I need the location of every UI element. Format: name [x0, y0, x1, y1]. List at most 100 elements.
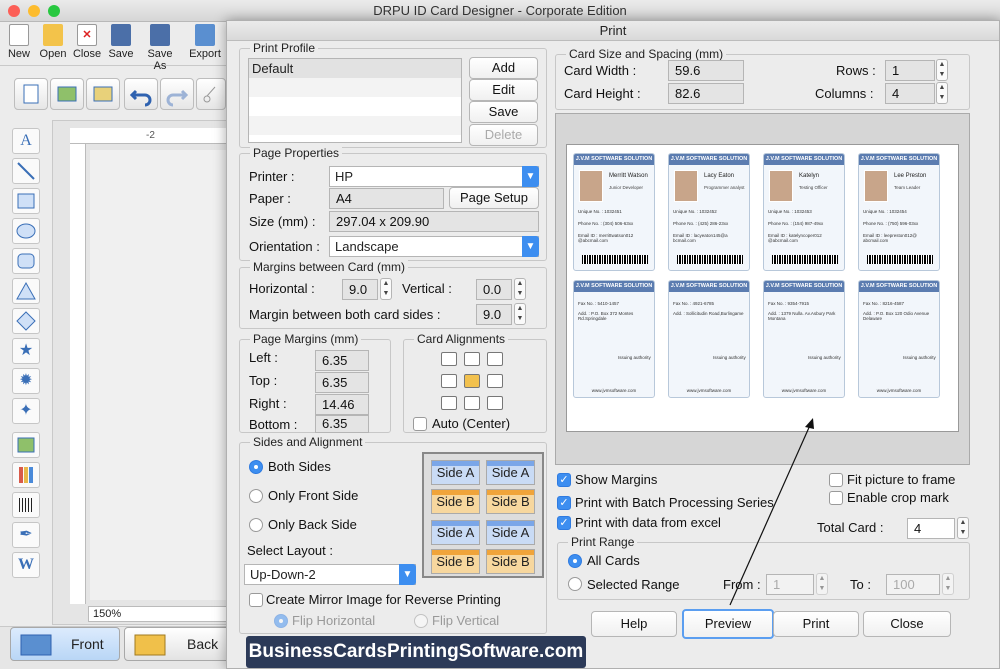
list-item [249, 78, 461, 97]
from-stepper[interactable]: ▲ ▼ [816, 573, 828, 595]
columns-stepper[interactable]: ▲ ▼ [936, 82, 948, 104]
bottom-margin-field[interactable]: 6.35 [315, 415, 369, 433]
line-tool-icon[interactable] [12, 158, 40, 184]
rows-field[interactable]: 1 [885, 60, 935, 81]
flip-vertical-radio[interactable] [414, 614, 428, 628]
cross-star-tool-icon[interactable]: ✦ [12, 398, 40, 424]
triangle-tool-icon[interactable] [12, 278, 40, 304]
top-margin-field[interactable]: 6.35 [315, 372, 369, 393]
add-profile-button[interactable]: Add [469, 57, 538, 79]
design-canvas[interactable] [90, 150, 230, 600]
all-cards-radio[interactable] [568, 554, 582, 568]
align-top-right-icon[interactable] [487, 352, 503, 366]
fax-no: Fax No. : 8216-4587 [863, 301, 905, 306]
vertical-stepper[interactable]: ▲ ▼ [514, 278, 526, 300]
printer-select[interactable]: HP ▼ [329, 166, 539, 187]
layout-select[interactable]: Up-Down-2 ▼ [244, 564, 416, 585]
picture-tool-icon[interactable] [12, 432, 40, 458]
new-button[interactable]: New [2, 24, 36, 60]
orientation-select[interactable]: Landscape ▼ [329, 236, 539, 257]
rectangle-tool-icon[interactable] [12, 188, 40, 214]
fit-picture-checkbox[interactable] [829, 473, 843, 487]
profile-list[interactable]: Default [248, 58, 462, 143]
undo-button[interactable] [124, 78, 158, 110]
total-card-stepper[interactable]: ▲ ▼ [957, 517, 969, 539]
help-button[interactable]: Help [591, 611, 677, 637]
zoom-window-icon[interactable] [48, 5, 60, 17]
word-art-tool-icon[interactable]: W [12, 552, 40, 578]
flip-horizontal-radio[interactable] [274, 614, 288, 628]
cut-button[interactable] [196, 78, 226, 110]
signature-tool-icon[interactable]: ✒ [12, 522, 40, 548]
import-button[interactable] [86, 78, 120, 110]
rows-stepper[interactable]: ▲ ▼ [936, 59, 948, 81]
page-setup-button[interactable]: Page Setup [449, 187, 539, 209]
align-top-left-icon[interactable] [441, 352, 457, 366]
barcode-tool-icon[interactable] [12, 492, 40, 518]
burst-tool-icon[interactable]: ✹ [12, 368, 40, 394]
page-properties-group: Page Properties Printer : HP ▼ Paper : A4… [239, 146, 547, 261]
crop-mark-checkbox[interactable] [829, 491, 843, 505]
properties-button[interactable] [14, 78, 48, 110]
zoom-level[interactable]: 150% [88, 606, 230, 622]
back-side-radio[interactable] [249, 518, 263, 532]
close-dialog-button[interactable]: Close [863, 611, 951, 637]
redo-button[interactable] [160, 78, 194, 110]
total-card-field[interactable]: 4 [907, 518, 955, 539]
library-tool-icon[interactable] [12, 462, 40, 488]
minimize-window-icon[interactable] [28, 5, 40, 17]
picture-icon [57, 86, 77, 102]
to-field[interactable]: 100 [886, 574, 940, 595]
mirror-image-checkbox[interactable] [249, 593, 263, 607]
diamond-tool-icon[interactable] [12, 308, 40, 334]
horizontal-stepper[interactable]: ▲ ▼ [380, 278, 392, 300]
preview-button[interactable]: Preview [682, 609, 774, 639]
right-margin-field[interactable]: 14.46 [315, 394, 369, 415]
tab-front[interactable]: Front [10, 627, 120, 661]
align-top-center-icon[interactable] [464, 352, 480, 366]
print-button[interactable]: Print [773, 611, 859, 637]
batch-processing-checkbox[interactable]: ✓ [557, 496, 571, 510]
close-button[interactable]: ✕ Close [70, 24, 104, 60]
open-button[interactable]: Open [36, 24, 70, 60]
barcode [677, 255, 743, 264]
to-stepper[interactable]: ▲ ▼ [942, 573, 954, 595]
card-height-field[interactable]: 82.6 [668, 83, 744, 104]
save-button[interactable]: Save [104, 24, 138, 60]
paper-field[interactable]: A4 [329, 188, 444, 209]
horizontal-margin-field[interactable]: 9.0 [342, 279, 378, 300]
size-field[interactable]: 297.04 x 209.90 [329, 211, 539, 232]
both-sides-radio[interactable] [249, 460, 263, 474]
ellipse-tool-icon[interactable] [12, 218, 40, 244]
selected-range-radio[interactable] [568, 577, 582, 591]
profile-item-default[interactable]: Default [249, 59, 461, 78]
align-middle-left-icon[interactable] [441, 374, 457, 388]
save-profile-button[interactable]: Save [469, 101, 538, 123]
align-bottom-left-icon[interactable] [441, 396, 457, 410]
save-as-button[interactable]: Save As [140, 24, 180, 72]
card-width-field[interactable]: 59.6 [668, 60, 744, 81]
align-bottom-center-icon[interactable] [464, 396, 480, 410]
image-button[interactable] [50, 78, 84, 110]
left-margin-field[interactable]: 6.35 [315, 350, 369, 371]
both-sides-margin-field[interactable]: 9.0 [476, 304, 512, 325]
vertical-margin-field[interactable]: 0.0 [476, 279, 512, 300]
auto-center-checkbox[interactable] [413, 417, 427, 431]
from-field[interactable]: 1 [766, 574, 814, 595]
front-side-radio[interactable] [249, 489, 263, 503]
export-button[interactable]: Export [186, 24, 224, 60]
tab-back[interactable]: Back [124, 627, 234, 661]
data-from-excel-checkbox[interactable]: ✓ [557, 516, 571, 530]
columns-field[interactable]: 4 [885, 83, 935, 104]
align-bottom-right-icon[interactable] [487, 396, 503, 410]
show-margins-checkbox[interactable]: ✓ [557, 473, 571, 487]
align-middle-right-icon[interactable] [487, 374, 503, 388]
delete-profile-button[interactable]: Delete [469, 124, 538, 146]
star-tool-icon[interactable]: ★ [12, 338, 40, 364]
both-sides-stepper[interactable]: ▲ ▼ [514, 303, 526, 325]
rounded-rectangle-tool-icon[interactable] [12, 248, 40, 274]
text-tool-icon[interactable]: A [12, 128, 40, 154]
edit-profile-button[interactable]: Edit [469, 79, 538, 101]
close-window-icon[interactable] [8, 5, 20, 17]
align-center-icon[interactable] [464, 374, 480, 388]
